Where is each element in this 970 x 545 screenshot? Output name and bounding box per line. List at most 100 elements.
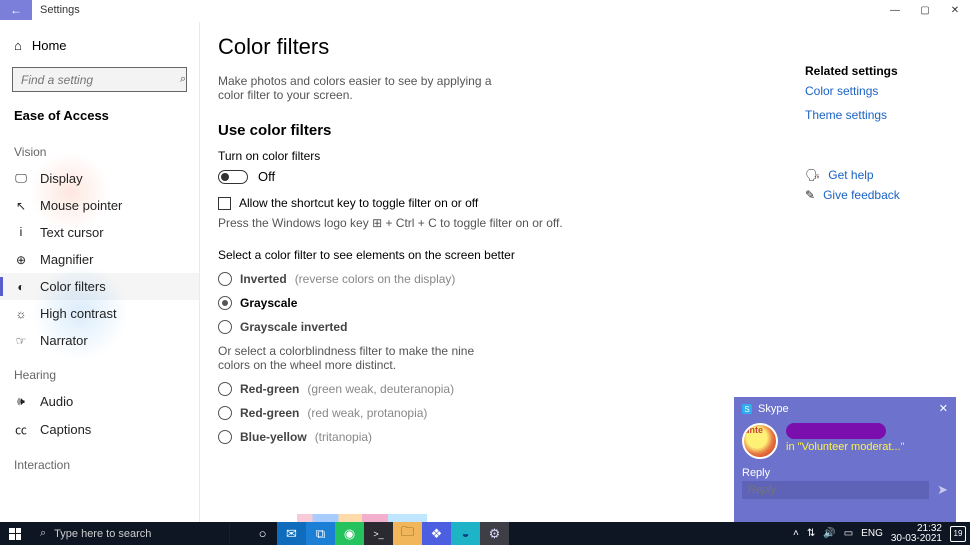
window-controls: — ▢ ✕ <box>880 0 970 20</box>
radio-icon <box>218 296 232 310</box>
toast-message: in "Volunteer moderat..." <box>786 441 905 453</box>
filter-name: Red-green <box>240 406 299 420</box>
help-label: Get help <box>828 168 873 182</box>
tray-chevron-icon[interactable]: ˄ <box>793 528 799 539</box>
nav-captions[interactable]: ㏄ Captions <box>0 415 199 444</box>
app-explorer[interactable]: 🗀 <box>393 522 422 545</box>
group-vision: Vision <box>0 131 199 165</box>
toast-avatar: unte <box>742 423 778 459</box>
tray-clock[interactable]: 21:32 30-03-2021 <box>891 524 942 544</box>
narrator-icon: ☞ <box>14 334 28 348</box>
search-icon: ⌕ <box>180 73 186 86</box>
home-icon: ⌂ <box>14 38 22 53</box>
sidebar-section: Ease of Access <box>0 100 199 131</box>
app-header: ← Settings — ▢ ✕ <box>0 0 970 20</box>
sidebar-home[interactable]: ⌂ Home <box>0 34 199 57</box>
radio-icon <box>218 320 232 334</box>
filter-name: Grayscale inverted <box>240 320 347 334</box>
feedback-icon: ✎ <box>805 188 815 202</box>
nav-magnifier[interactable]: ⊕ Magnifier <box>0 246 199 273</box>
link-color-settings[interactable]: Color settings <box>805 84 955 98</box>
app-edge[interactable]: ◒ <box>451 522 480 545</box>
minimize-button[interactable]: — <box>880 0 910 20</box>
give-feedback[interactable]: ✎ Give feedback <box>805 188 955 202</box>
toast-close-button[interactable]: ✕ <box>939 402 948 415</box>
display-icon: 🖵 <box>14 171 28 186</box>
nav-mouse-pointer[interactable]: ↖ Mouse pointer <box>0 192 199 219</box>
filter-inverted[interactable]: Inverted (reverse colors on the display) <box>218 272 738 286</box>
nav-label: Display <box>40 171 83 186</box>
nav-narrator[interactable]: ☞ Narrator <box>0 327 199 354</box>
nav-color-filters[interactable]: ◐ Color filters <box>0 273 199 300</box>
toast-send-button[interactable]: ➤ <box>937 482 948 498</box>
link-theme-settings[interactable]: Theme settings <box>805 108 955 122</box>
nav-text-cursor[interactable]: Ꭵ Text cursor <box>0 219 199 246</box>
system-tray: ˄ ⇅ 🔊 ▭ ENG 21:32 30-03-2021 19 <box>793 524 970 544</box>
page-description: Make photos and colors easier to see by … <box>218 74 518 102</box>
select-filter-label: Select a color filter to see elements on… <box>218 248 738 262</box>
app-store[interactable]: ⧉ <box>306 522 335 545</box>
toggle-label: Turn on color filters <box>218 149 738 163</box>
tray-network-icon[interactable]: ⇅ <box>807 528 815 539</box>
help-icon: 🗣 <box>805 168 820 182</box>
nav-label: Color filters <box>40 279 106 294</box>
app-cortana[interactable]: ○ <box>248 522 277 545</box>
mouse-icon: ↖ <box>14 199 28 213</box>
sidebar-home-label: Home <box>32 38 67 53</box>
app-mail[interactable]: ✉ <box>277 522 306 545</box>
tray-volume-icon[interactable]: 🔊 <box>823 528 835 539</box>
nav-audio[interactable]: 🕪 Audio <box>0 388 199 415</box>
nav-label: Audio <box>40 394 73 409</box>
app-settings[interactable]: ⚙ <box>480 522 509 545</box>
captions-icon: ㏄ <box>14 421 28 438</box>
notification-toast: S Skype ✕ unte in "Volunteer moderat..."… <box>734 397 956 522</box>
toast-reply-input[interactable] <box>742 481 929 499</box>
nav-label: Text cursor <box>40 225 104 240</box>
filter-sub: (red weak, protanopia) <box>307 406 427 420</box>
toast-sender-redacted <box>786 423 886 439</box>
group-hearing: Hearing <box>0 354 199 388</box>
radio-icon <box>218 272 232 286</box>
radio-icon <box>218 382 232 396</box>
page-title: Color filters <box>218 34 738 60</box>
tray-notifications[interactable]: 19 <box>950 526 966 542</box>
filter-name: Grayscale <box>240 296 297 310</box>
feedback-label: Give feedback <box>823 188 900 202</box>
nav-display[interactable]: 🖵 Display <box>0 165 199 192</box>
tray-battery-icon[interactable]: ▭ <box>844 528 853 539</box>
filter-tritanopia[interactable]: Blue-yellow (tritanopia) <box>218 430 738 444</box>
nav-high-contrast[interactable]: ☼ High contrast <box>0 300 199 327</box>
search-icon: ⌕ <box>40 527 46 540</box>
start-button[interactable] <box>0 528 30 540</box>
shortcut-checkbox[interactable] <box>218 197 231 210</box>
filter-grayscale-inverted[interactable]: Grayscale inverted <box>218 320 738 334</box>
filter-deuteranopia[interactable]: Red-green (green weak, deuteranopia) <box>218 382 738 396</box>
windows-icon <box>9 528 21 540</box>
toast-reply-label: Reply <box>734 461 956 481</box>
group-interaction: Interaction <box>0 444 199 478</box>
taskbar-apps: ○ ✉ ⧉ ◉ >_ 🗀 ❖ ◒ ⚙ <box>230 522 509 545</box>
back-button[interactable]: ← <box>0 0 32 20</box>
taskbar-search-placeholder: Type here to search <box>54 528 151 540</box>
maximize-button[interactable]: ▢ <box>910 0 940 20</box>
search-input[interactable] <box>19 72 180 88</box>
close-button[interactable]: ✕ <box>940 0 970 20</box>
tray-language[interactable]: ENG <box>861 528 883 539</box>
app-whatsapp[interactable]: ◉ <box>335 522 364 545</box>
audio-icon: 🕪 <box>14 394 28 409</box>
filter-protanopia[interactable]: Red-green (red weak, protanopia) <box>218 406 738 420</box>
radio-icon <box>218 406 232 420</box>
search-box[interactable]: ⌕ <box>12 67 187 92</box>
app-terminal[interactable]: >_ <box>364 522 393 545</box>
taskbar-search[interactable]: ⌕ Type here to search <box>30 522 230 545</box>
get-help[interactable]: 🗣 Get help <box>805 168 955 182</box>
contrast-icon: ☼ <box>14 307 28 321</box>
filter-name: Inverted <box>240 272 287 286</box>
radio-icon <box>218 430 232 444</box>
app-discord[interactable]: ❖ <box>422 522 451 545</box>
taskbar: ⌕ Type here to search ○ ✉ ⧉ ◉ >_ 🗀 ❖ ◒ ⚙… <box>0 522 970 545</box>
skype-icon: S <box>742 404 752 414</box>
filter-grayscale[interactable]: Grayscale <box>218 296 738 310</box>
toggle-switch[interactable] <box>218 170 248 184</box>
shortcut-hint: Press the Windows logo key ⊞ + Ctrl + C … <box>218 216 738 230</box>
